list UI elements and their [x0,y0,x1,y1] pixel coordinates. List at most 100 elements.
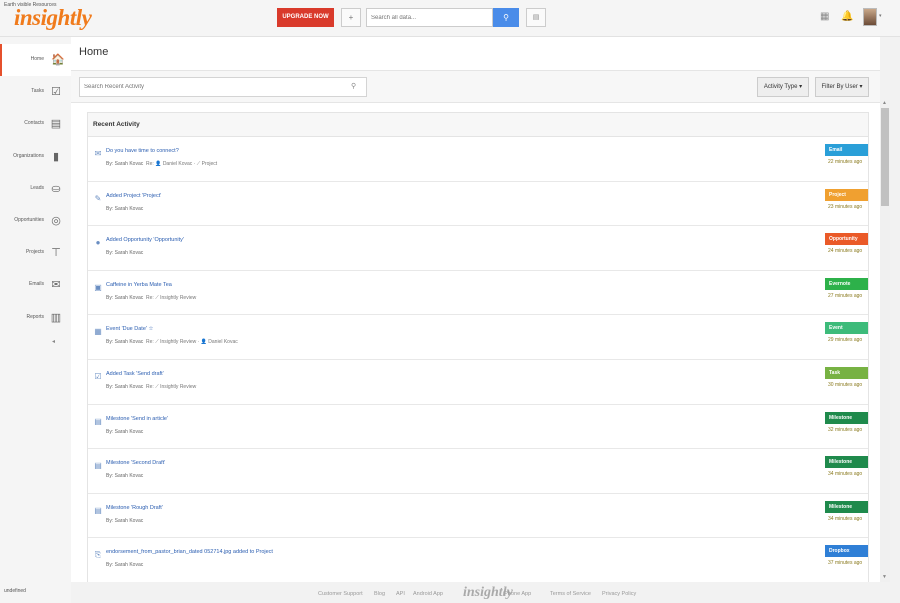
top-caption: Earth visible Resources [4,2,57,8]
activity-timestamp: 23 minutes ago [828,203,863,210]
activity-meta: By: Sarah Kovac [106,250,146,256]
activity-timestamp: 34 minutes ago [828,515,863,522]
sidebar-item-label: Organizations [13,152,44,159]
activity-type-badge: Milestone [825,411,868,424]
activity-row: ▦ Event 'Due Date' ☆ By: Sarah Kovac Re: ⟋… [88,315,868,360]
footer-link-iphone-app[interactable]: iPhone App [503,591,531,597]
activity-timestamp: 29 minutes ago [828,337,863,344]
sidebar-item-projects[interactable]: Projects ⊤ [0,237,71,269]
search-icon[interactable]: ⚲ [351,82,356,90]
milestone-icon: ▤ [94,461,102,471]
activity-related[interactable]: Re: ⟋ Insightly Review [146,384,196,390]
global-search-input[interactable] [366,8,493,27]
filter-by-user-dropdown[interactable]: Filter By User ▾ [815,77,869,97]
insightly-logo[interactable]: insightly [14,4,92,32]
activity-title-link[interactable]: endorsement_from_pastor_brian_dated 0527… [106,549,273,555]
recent-items-button[interactable]: ▤ [526,8,546,27]
footer: Customer Support Blog API Android App in… [0,582,900,603]
activity-type-dropdown[interactable]: Activity Type ▾ [757,77,809,97]
activity-author: By: Sarah Kovac [106,428,144,435]
chevron-down-icon[interactable]: ▾ [879,13,882,19]
sidebar-item-opportunities[interactable]: Opportunities ◎ [0,205,71,237]
activity-type-badge: Milestone [825,500,868,513]
footer-link-android-app[interactable]: Android App [413,591,443,597]
activity-title-link[interactable]: Do you have time to connect? [106,148,179,154]
contacts-icon: ▤ [50,118,62,131]
search-icon: ⚲ [503,13,509,22]
activity-type-badge: Task [825,366,868,379]
sidebar-item-reports[interactable]: Reports ▥ [0,302,71,334]
activity-meta: By: Sarah Kovac Re: ⟋ Insightly Review [106,384,196,390]
milestone-icon: ▤ [94,416,102,426]
sidebar-item-contacts[interactable]: Contacts ▤ [0,108,71,140]
sidebar-item-leads[interactable]: Leads ⛀ [0,173,71,205]
activity-row: ● Added Opportunity 'Opportunity' By: Sara… [88,226,868,271]
activity-author: By: Sarah Kovac [106,473,144,480]
activity-type-badge: Milestone [825,456,868,469]
recent-activity-panel: Recent Activity ✉ Do you have time to con… [87,112,869,582]
sidebar: Home 🏠 Tasks ☑ Contacts ▤ Organizations ▮ Leads ⛀… [0,37,71,603]
add-new-button[interactable]: + [341,8,361,27]
top-bar: insightly Earth visible Resources UPGRAD… [0,0,900,37]
upgrade-now-button[interactable]: UPGRADE NOW [277,8,334,27]
sidebar-item-label: Opportunities [14,217,44,223]
activity-related[interactable]: Re: ⟋ Insightly Review · 👤 Daniel Kovac [146,339,238,345]
activity-meta: By: Sarah Kovac [106,562,146,568]
email-icon: ✉ [94,149,102,158]
activity-title-link[interactable]: Added Opportunity 'Opportunity' [106,237,184,243]
calendar-icon[interactable]: ▦ [820,11,829,23]
sidebar-item-home[interactable]: Home 🏠 [0,44,71,76]
activity-row: ▤ Milestone 'Send in article' By: Sarah Ko… [88,405,868,450]
opportunity-icon: ● [95,238,101,248]
footer-link-terms[interactable]: Terms of Service [550,591,591,597]
project-icon: ✎ [94,193,102,203]
activity-title-link[interactable]: Added Task 'Send draft' [106,371,164,377]
activity-related[interactable]: Re: ⟋ Insightly Review [146,295,196,301]
sidebar-item-emails[interactable]: Emails ✉ [0,269,71,301]
footer-link-customer-support[interactable]: Customer Support [318,591,363,597]
search-button[interactable]: ⚲ [493,8,519,27]
sidebar-item-label: Projects [25,249,44,256]
bell-icon[interactable]: 🔔 [841,11,853,23]
sidebar-item-tasks[interactable]: Tasks ☑ [0,76,71,108]
scroll-down-icon[interactable]: ▼ [882,574,887,580]
activity-author: By: Sarah Kovac [106,294,144,301]
activity-timestamp: 24 minutes ago [828,248,863,255]
activity-title-link[interactable]: Milestone 'Second Draft' [106,460,165,466]
activity-author: By: Sarah Kovac [106,205,144,212]
organizations-icon: ▮ [52,150,60,163]
collapse-sidebar-icon[interactable]: ◂ [52,338,55,345]
activity-title-link[interactable]: Caffeine in Yerba Mate Tea [106,282,172,288]
avatar[interactable] [863,8,877,26]
activity-type-badge: Dropbox [825,545,868,558]
activity-title-link[interactable]: Milestone 'Send in article' [106,416,168,422]
sidebar-item-label: Tasks [31,88,44,95]
activity-author: By: Sarah Kovac [106,161,144,167]
activity-related[interactable]: Re: 👤 Daniel Kovac · ⟋ Project [146,161,217,167]
activity-type-badge: Project [825,188,868,201]
activity-meta: By: Sarah Kovac [106,473,146,479]
activity-title-link[interactable]: Milestone 'Rough Draft' [106,505,163,511]
sidebar-item-label: Emails [28,281,44,288]
emails-icon: ✉ [51,279,61,292]
activity-meta: By: Sarah Kovac Re: 👤 Daniel Kovac · ⟋ P… [106,161,217,167]
panel-title: Recent Activity [88,113,868,137]
footer-link-blog[interactable]: Blog [374,591,385,597]
home-icon: 🏠 [51,54,65,66]
scroll-up-icon[interactable]: ▲ [882,100,887,106]
footer-link-privacy[interactable]: Privacy Policy [602,591,636,597]
activity-row: ▣ Caffeine in Yerba Mate Tea By: Sarah Kov… [88,271,868,316]
footer-link-api[interactable]: API [396,591,405,597]
recent-activity-search-input[interactable] [79,77,367,97]
activity-title-link[interactable]: Added Project 'Project' [106,193,161,199]
evernote-icon: ▣ [94,282,102,292]
scrollbar[interactable]: ▲ ▼ [880,100,890,582]
reports-icon: ▥ [50,311,62,324]
tasks-icon: ☑ [51,86,61,99]
milestone-icon: ▤ [94,505,102,515]
sidebar-item-label: Home [30,56,44,62]
activity-title-link[interactable]: Event 'Due Date' ☆ [106,326,153,332]
sidebar-item-organizations[interactable]: Organizations ▮ [0,141,71,173]
activity-timestamp: 32 minutes ago [828,426,863,433]
scrollbar-thumb[interactable] [881,108,889,206]
